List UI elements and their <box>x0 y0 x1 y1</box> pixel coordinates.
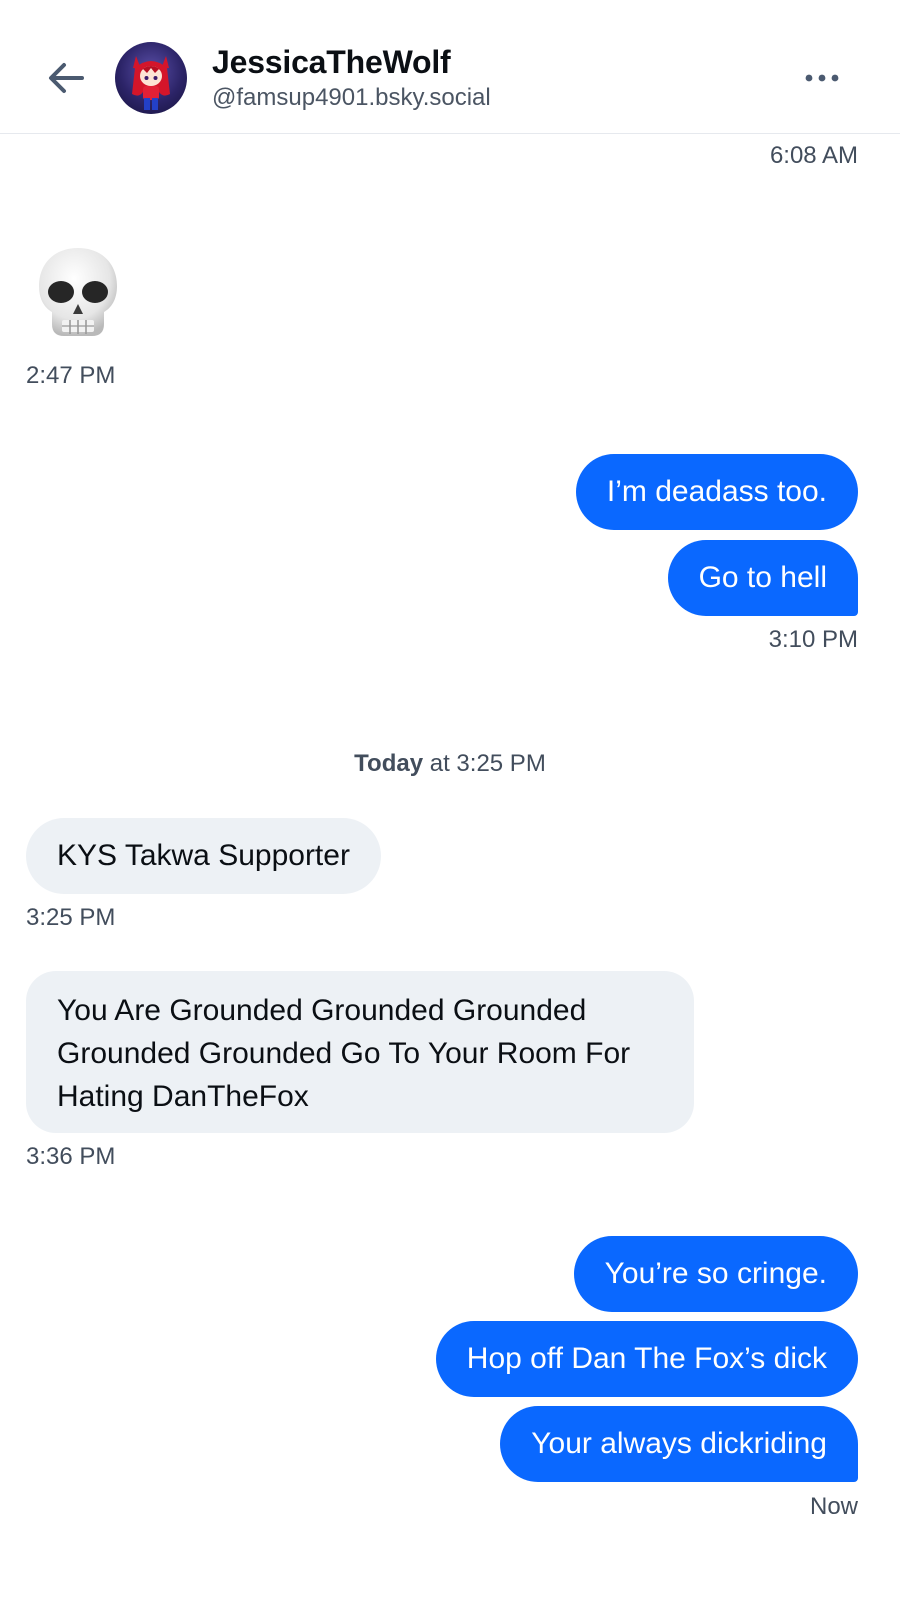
outgoing-message-bubble[interactable]: Go to hell <box>667 540 858 616</box>
outgoing-message-bubble[interactable]: I’m deadass too. <box>575 454 858 530</box>
outgoing-message-bubble[interactable]: You’re so cringe. <box>573 1236 858 1312</box>
message-timestamp: 2:47 PM <box>26 362 116 389</box>
avatar[interactable] <box>115 42 187 114</box>
incoming-message-bubble[interactable]: You Are Grounded Grounded Grounded Groun… <box>26 971 694 1133</box>
arrow-left-icon <box>49 63 84 93</box>
message-timestamp: 3:25 PM <box>26 904 116 931</box>
day-separator: Today at 3:25 PM <box>0 750 900 778</box>
outgoing-message-bubble[interactable]: Your always dickriding <box>500 1406 858 1482</box>
contact-display-name: JessicaTheWolf <box>212 44 451 80</box>
more-options-button[interactable] <box>800 56 844 100</box>
conversation-header: JessicaTheWolf @famsup4901.bsky.social <box>0 0 900 134</box>
contact-handle: @famsup4901.bsky.social <box>212 84 491 111</box>
day-separator-day: Today <box>354 750 424 777</box>
avatar-character-image <box>132 56 170 110</box>
skull-icon <box>39 248 117 336</box>
message-timestamp: Now <box>809 1493 858 1520</box>
message-timestamp: 3:36 PM <box>26 1143 116 1170</box>
ellipsis-icon <box>805 74 839 82</box>
skull-emoji-message <box>34 244 122 344</box>
message-timestamp: 3:10 PM <box>768 626 858 653</box>
incoming-message-bubble[interactable]: KYS Takwa Supporter <box>26 818 381 894</box>
outgoing-message-bubble[interactable]: Hop off Dan The Fox’s dick <box>435 1321 858 1397</box>
day-separator-time: at 3:25 PM <box>423 750 546 777</box>
message-timestamp: 6:08 AM <box>769 142 858 169</box>
back-button[interactable] <box>40 52 92 104</box>
